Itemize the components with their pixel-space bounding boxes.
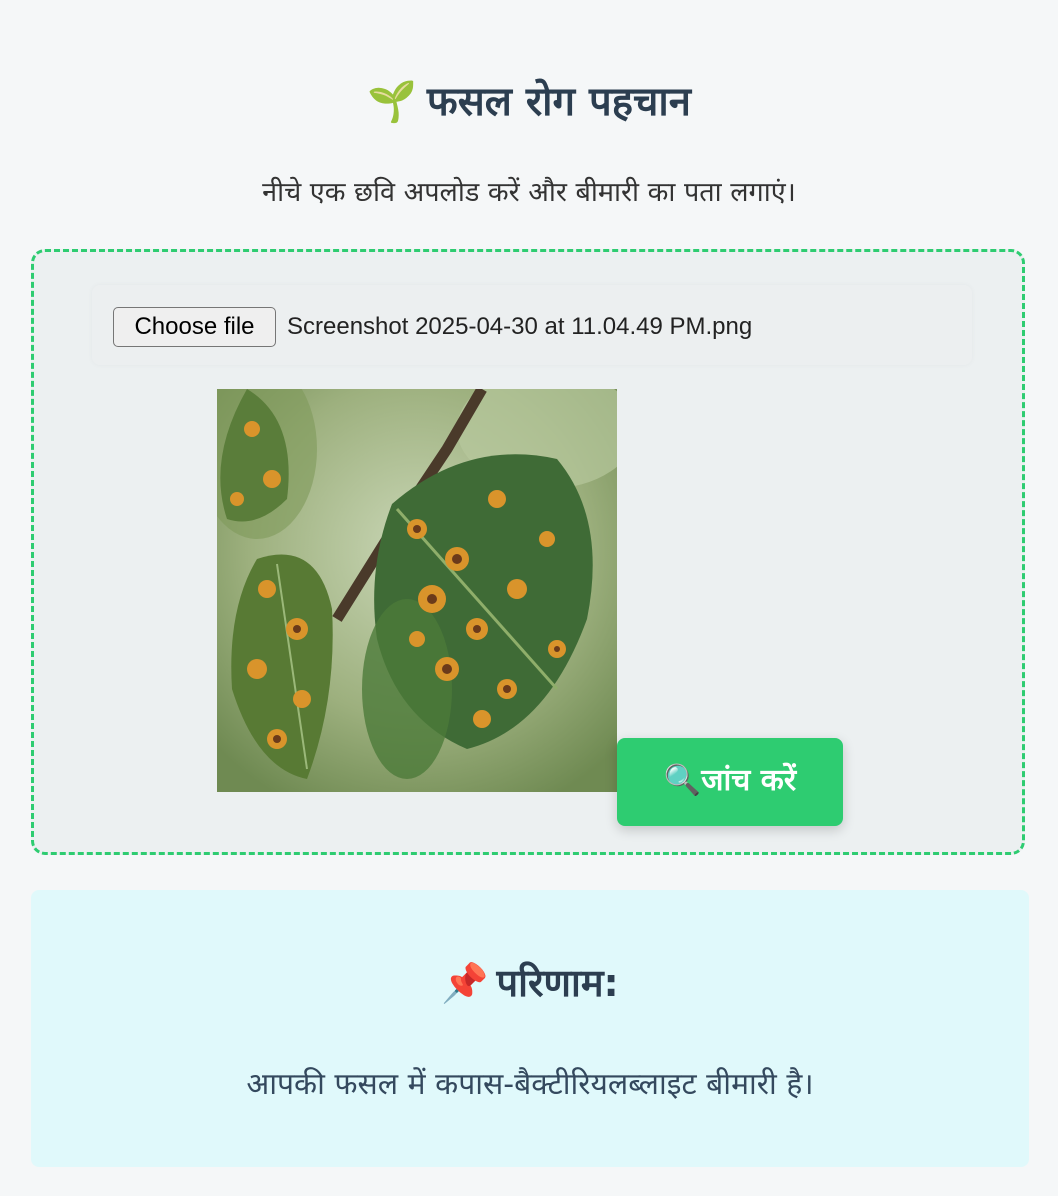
page-title-text: फसल रोग पहचान: [426, 79, 691, 125]
uploaded-image-preview: [217, 389, 617, 792]
page-subtitle: नीचे एक छवि अपलोड करें और बीमारी का पता …: [262, 177, 796, 208]
seedling-icon: 🌱: [367, 79, 417, 125]
result-text: आपकी फसल में कपास-बैक्टीरियलब्लाइट बीमार…: [246, 1067, 814, 1102]
file-input[interactable]: Choose file Screenshot 2025-04-30 at 11.…: [92, 285, 972, 365]
choose-file-button[interactable]: Choose file: [113, 307, 276, 347]
magnifier-icon: 🔍: [663, 763, 702, 798]
pushpin-icon: 📌: [441, 961, 489, 1005]
upload-form: Choose file Screenshot 2025-04-30 at 11.…: [31, 249, 1025, 855]
result-title: 📌 परिणाम:: [31, 956, 1029, 1008]
page-title: 🌱 फसल रोग पहचान: [0, 72, 1058, 127]
selected-file-name: Screenshot 2025-04-30 at 11.04.49 PM.png: [287, 313, 753, 340]
check-button[interactable]: 🔍जांच करें: [617, 738, 843, 826]
result-title-text: परिणाम:: [496, 961, 619, 1005]
result-panel: 📌 परिणाम: आपकी फसल में कपास-बैक्टीरियलब्ल…: [31, 890, 1029, 1167]
check-button-label: जांच करें: [701, 763, 797, 798]
